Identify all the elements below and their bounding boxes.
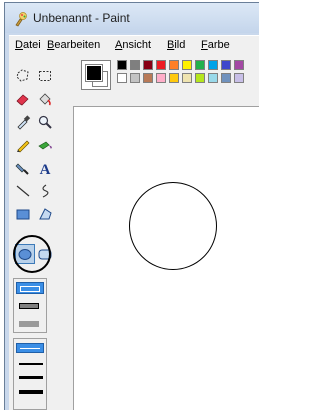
drawing-canvas[interactable]	[73, 106, 259, 410]
rect-select-tool[interactable]	[35, 66, 55, 86]
color-swatch[interactable]	[182, 60, 192, 70]
fill-style-options	[13, 278, 47, 333]
text-tool[interactable]: A	[35, 158, 55, 178]
rectangle-icon	[16, 209, 30, 220]
client-area: A	[9, 56, 259, 410]
color-picker-tool[interactable]	[13, 112, 33, 132]
color-swatch[interactable]	[156, 73, 166, 83]
window-title: Unbenannt - Paint	[33, 11, 130, 25]
line-icon	[16, 185, 30, 197]
color-swatch[interactable]	[208, 73, 218, 83]
pencil-tool[interactable]	[13, 135, 33, 155]
color-palette	[81, 56, 259, 104]
color-swatch[interactable]	[221, 60, 231, 70]
line-width-2[interactable]	[16, 361, 44, 367]
brush-icon	[38, 141, 52, 150]
menu-bar: Datei Bearbeiten Ansicht Bild Farbe	[9, 35, 259, 57]
line-width-1[interactable]	[16, 343, 44, 353]
pencil-icon	[17, 140, 30, 153]
polygon-tool[interactable]	[35, 204, 55, 224]
magnifier-icon	[38, 115, 52, 129]
color-swatch[interactable]	[182, 73, 192, 83]
menu-bearbeiten[interactable]: Bearbeiten	[47, 39, 100, 51]
svg-text:A: A	[40, 162, 51, 176]
toolbox: A	[9, 56, 59, 410]
brush-tool[interactable]	[35, 135, 55, 155]
foreground-color-swatch[interactable]	[85, 64, 103, 82]
curve-tool[interactable]	[35, 181, 55, 201]
fill-option-outline[interactable]	[16, 282, 44, 294]
color-swatch[interactable]	[169, 73, 179, 83]
eraser-icon	[16, 94, 29, 106]
eraser-tool[interactable]	[13, 89, 33, 109]
menu-datei[interactable]: Datei	[15, 39, 41, 51]
color-swatch[interactable]	[221, 73, 231, 83]
free-select-tool[interactable]	[13, 66, 33, 86]
color-swatch[interactable]	[143, 60, 153, 70]
color-swatch[interactable]	[234, 60, 244, 70]
eyedropper-icon	[17, 115, 31, 130]
title-bar[interactable]: Unbenannt - Paint	[5, 3, 259, 33]
rectangle-select-icon	[39, 71, 51, 81]
color-swatch[interactable]	[143, 73, 153, 83]
fill-tool[interactable]	[35, 89, 55, 109]
line-tool[interactable]	[13, 181, 33, 201]
menu-farbe[interactable]: Farbe	[201, 39, 230, 51]
drawn-circle	[129, 182, 217, 270]
line-width-4[interactable]	[16, 389, 44, 396]
menu-ansicht[interactable]: Ansicht	[115, 39, 151, 51]
text-icon: A	[40, 162, 51, 176]
highlight-circle	[13, 235, 51, 273]
color-swatch[interactable]	[195, 60, 205, 70]
free-form-select-icon	[16, 69, 29, 82]
rectangle-tool[interactable]	[13, 204, 33, 224]
color-swatch[interactable]	[234, 73, 244, 83]
line-width-3[interactable]	[16, 375, 44, 381]
color-swatch[interactable]	[130, 60, 140, 70]
color-swatch[interactable]	[117, 73, 127, 83]
polygon-icon	[39, 208, 52, 220]
airbrush-icon	[15, 163, 29, 175]
fill-bucket-icon	[39, 93, 51, 106]
paint-app-icon	[15, 12, 27, 27]
color-swatch[interactable]	[208, 60, 218, 70]
palette-swatches	[117, 60, 259, 90]
paint-window: Unbenannt - Paint Datei Bearbeiten Ansic…	[4, 2, 259, 410]
fill-option-outline-fill[interactable]	[16, 300, 44, 312]
menu-bild[interactable]: Bild	[167, 39, 185, 51]
color-swatch[interactable]	[156, 60, 166, 70]
fill-option-fill[interactable]	[16, 318, 44, 330]
current-colors	[81, 60, 111, 90]
color-swatch[interactable]	[195, 73, 205, 83]
color-swatch[interactable]	[117, 60, 127, 70]
line-width-options	[13, 338, 47, 410]
color-swatch[interactable]	[130, 73, 140, 83]
color-swatch[interactable]	[169, 60, 179, 70]
magnifier-tool[interactable]	[35, 112, 55, 132]
airbrush-tool[interactable]	[13, 158, 33, 178]
curve-icon	[42, 184, 49, 198]
